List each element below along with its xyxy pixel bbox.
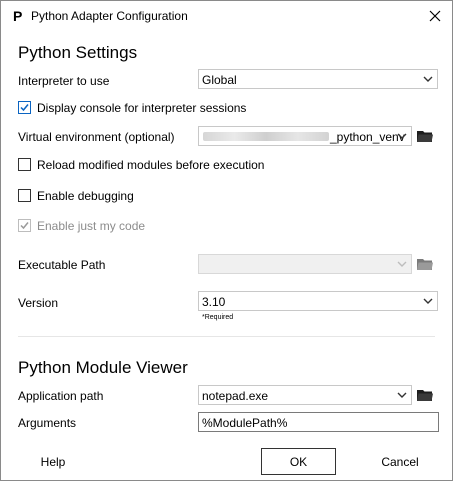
venv-label: Virtual environment (optional)	[18, 130, 175, 144]
close-icon	[429, 10, 441, 22]
executable-path-label: Executable Path	[18, 258, 106, 272]
app-icon: P	[13, 8, 23, 24]
cancel-button[interactable]: Cancel	[361, 448, 439, 475]
application-path-label: Application path	[18, 389, 104, 403]
version-select[interactable]: 3.10	[198, 291, 438, 311]
arguments-input[interactable]: %ModulePath%	[198, 412, 439, 432]
executable-path-select[interactable]	[198, 254, 412, 274]
ok-button[interactable]: OK	[261, 448, 336, 475]
enable-debugging-checkbox[interactable]	[18, 189, 31, 202]
checkmark-icon	[20, 104, 29, 112]
venv-redacted-blur	[203, 132, 329, 141]
chevron-down-icon	[397, 392, 407, 398]
application-path-value: notepad.exe	[202, 389, 269, 403]
just-my-code-checkbox[interactable]	[18, 219, 31, 232]
arguments-value: %ModulePath%	[202, 416, 288, 430]
enable-debugging-label: Enable debugging	[37, 189, 134, 203]
just-my-code-label: Enable just my code	[37, 219, 146, 233]
section-divider	[18, 336, 435, 337]
display-console-label: Display console for interpreter sessions	[37, 101, 247, 115]
application-path-select[interactable]: notepad.exe	[198, 385, 412, 405]
python-adapter-dialog: P Python Adapter Configuration Python Se…	[0, 0, 453, 481]
title-bar: P Python Adapter Configuration	[1, 1, 452, 31]
version-value: 3.10	[202, 295, 226, 309]
version-label: Version	[18, 296, 59, 310]
chevron-down-icon	[397, 133, 407, 139]
browse-folder-icon[interactable]	[417, 388, 433, 402]
reload-modules-checkbox[interactable]	[18, 158, 31, 171]
chevron-down-icon	[423, 76, 433, 82]
module-viewer-heading: Python Module Viewer	[18, 358, 188, 377]
help-button[interactable]: Help	[23, 448, 83, 475]
required-note: *Required	[202, 314, 234, 321]
browse-folder-icon[interactable]	[417, 129, 433, 143]
window-title: Python Adapter Configuration	[31, 9, 188, 23]
checkmark-icon	[20, 222, 29, 230]
display-console-checkbox[interactable]	[18, 101, 31, 114]
interpreter-select[interactable]: Global	[198, 69, 438, 89]
arguments-label: Arguments	[18, 416, 77, 430]
venv-select[interactable]: _python_venv	[198, 126, 412, 146]
python-settings-heading: Python Settings	[18, 43, 138, 62]
chevron-down-icon	[397, 261, 407, 267]
chevron-down-icon	[423, 298, 433, 304]
interpreter-value: Global	[202, 73, 237, 87]
interpreter-label: Interpreter to use	[18, 74, 110, 88]
venv-value: _python_venv	[330, 130, 405, 144]
reload-modules-label: Reload modified modules before execution	[37, 158, 265, 172]
browse-folder-icon-disabled[interactable]	[417, 257, 433, 271]
close-button[interactable]	[418, 1, 452, 31]
